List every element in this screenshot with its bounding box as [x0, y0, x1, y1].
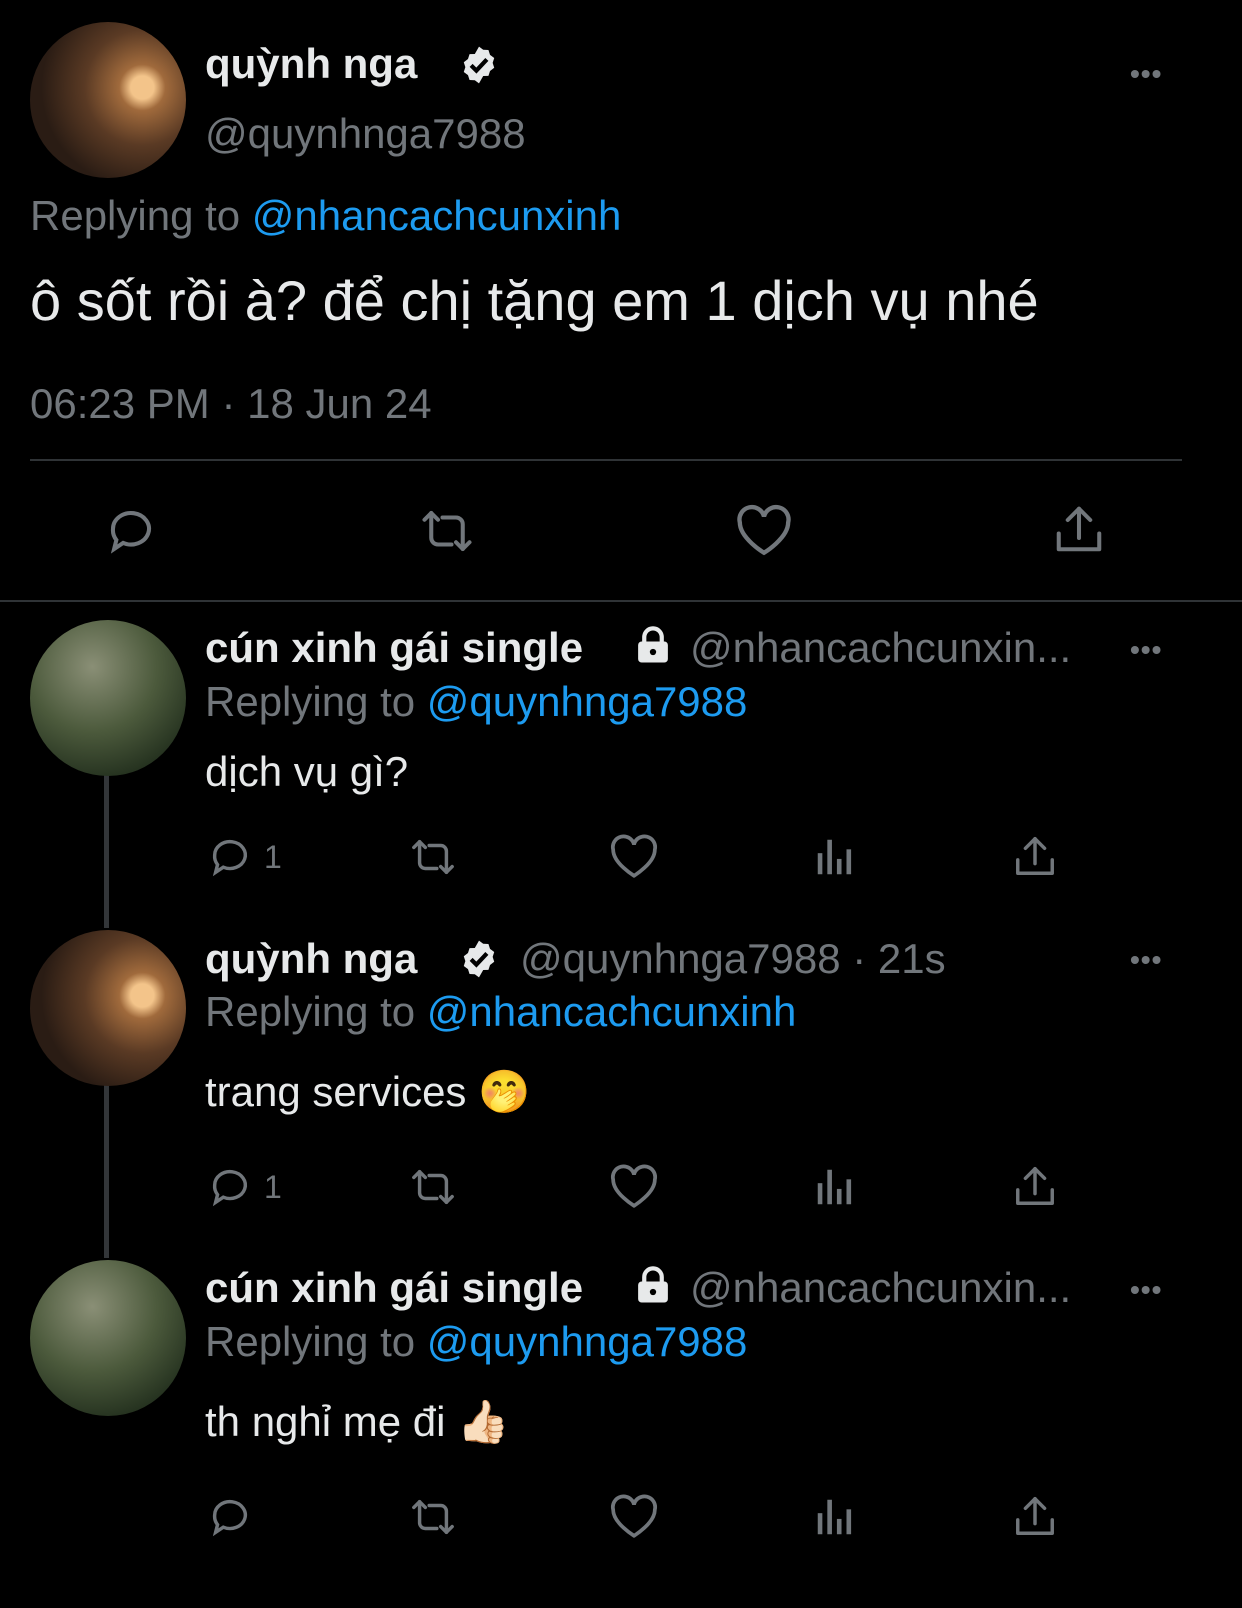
author-handle[interactable]: @quynhnga7988	[205, 110, 526, 158]
share-icon	[1012, 832, 1058, 880]
reply-button[interactable]	[104, 504, 158, 558]
author-handle[interactable]: @nhancachcunxin...	[690, 624, 1071, 672]
tweet-text: ô sốt rồi à? để chị tặng em 1 dịch vụ nh…	[30, 269, 1039, 332]
reply-button[interactable]	[206, 1494, 264, 1540]
reply-icon	[206, 834, 254, 880]
replying-prefix: Replying to	[205, 678, 416, 725]
retweet-icon	[404, 1494, 462, 1540]
analytics-icon	[812, 1164, 858, 1210]
replying-to-link[interactable]: @quynhnga7988	[427, 678, 748, 725]
reply-button[interactable]: 1	[206, 834, 282, 880]
retweet-button[interactable]	[404, 1164, 462, 1210]
author-name[interactable]: quỳnh nga	[205, 40, 417, 88]
avatar[interactable]	[30, 1260, 186, 1416]
divider	[30, 459, 1182, 461]
views-button[interactable]	[812, 834, 858, 880]
tweet-text: dịch vụ gì?	[205, 748, 409, 795]
author-name[interactable]: cún xinh gái single	[205, 624, 583, 672]
like-button[interactable]	[735, 504, 793, 558]
more-options-icon[interactable]: •••	[1130, 1274, 1162, 1306]
verified-badge-icon	[458, 938, 500, 985]
retweet-button[interactable]	[414, 504, 480, 558]
retweet-button[interactable]	[404, 1494, 462, 1540]
analytics-icon	[812, 1494, 858, 1540]
more-options-icon[interactable]: •••	[1130, 634, 1162, 666]
thread-line	[104, 1082, 109, 1258]
replying-to: Replying to @quynhnga7988	[205, 678, 747, 726]
avatar[interactable]	[30, 22, 186, 178]
author-handle[interactable]: @quynhnga7988 · 21s	[520, 935, 946, 983]
share-button[interactable]	[1012, 832, 1058, 880]
tweet-text: trang services 🤭	[205, 1068, 531, 1115]
analytics-icon	[812, 834, 858, 880]
retweet-icon	[404, 834, 462, 880]
heart-icon	[609, 834, 659, 880]
retweet-button[interactable]	[404, 834, 462, 880]
replying-to-link[interactable]: @nhancachcunxinh	[252, 192, 622, 239]
lock-icon	[632, 624, 674, 671]
share-icon	[1012, 1492, 1058, 1540]
verified-badge-icon	[458, 44, 500, 91]
author-handle[interactable]: @nhancachcunxin...	[690, 1264, 1071, 1312]
lock-icon	[632, 1264, 674, 1311]
heart-icon	[735, 504, 793, 558]
replying-to: Replying to @nhancachcunxinh	[205, 988, 796, 1036]
reply-count: 1	[264, 838, 282, 875]
like-button[interactable]	[609, 1494, 659, 1540]
views-button[interactable]	[812, 1494, 858, 1540]
replying-prefix: Replying to	[30, 192, 241, 239]
share-button[interactable]	[1052, 500, 1106, 558]
share-button[interactable]	[1012, 1492, 1058, 1540]
views-button[interactable]	[812, 1164, 858, 1210]
reply-icon	[104, 504, 158, 558]
replying-to: Replying to @nhancachcunxinh	[30, 192, 621, 240]
reply-button[interactable]: 1	[206, 1164, 282, 1210]
retweet-icon	[414, 504, 480, 558]
tweet-timestamp[interactable]: 06:23 PM · 18 Jun 24	[30, 380, 432, 428]
like-button[interactable]	[609, 834, 659, 880]
divider	[0, 600, 1242, 602]
reply-count: 1	[264, 1168, 282, 1205]
more-options-icon[interactable]: •••	[1130, 944, 1162, 976]
replying-to-link[interactable]: @quynhnga7988	[427, 1318, 748, 1365]
share-icon	[1012, 1162, 1058, 1210]
tweet-text: th nghỉ mẹ đi 👍🏻	[205, 1398, 510, 1445]
replying-prefix: Replying to	[205, 988, 416, 1035]
avatar[interactable]	[30, 620, 186, 776]
retweet-icon	[404, 1164, 462, 1210]
like-button[interactable]	[609, 1164, 659, 1210]
more-options-icon[interactable]: •••	[1130, 58, 1162, 90]
avatar[interactable]	[30, 930, 186, 1086]
author-name[interactable]: cún xinh gái single	[205, 1264, 583, 1312]
heart-icon	[609, 1164, 659, 1210]
share-icon	[1052, 500, 1106, 558]
replying-to-link[interactable]: @nhancachcunxinh	[427, 988, 797, 1035]
reply-icon	[206, 1164, 254, 1210]
replying-prefix: Replying to	[205, 1318, 416, 1365]
share-button[interactable]	[1012, 1162, 1058, 1210]
reply-icon	[206, 1494, 254, 1540]
thread-line	[104, 772, 109, 928]
author-name[interactable]: quỳnh nga	[205, 935, 417, 983]
heart-icon	[609, 1494, 659, 1540]
replying-to: Replying to @quynhnga7988	[205, 1318, 747, 1366]
